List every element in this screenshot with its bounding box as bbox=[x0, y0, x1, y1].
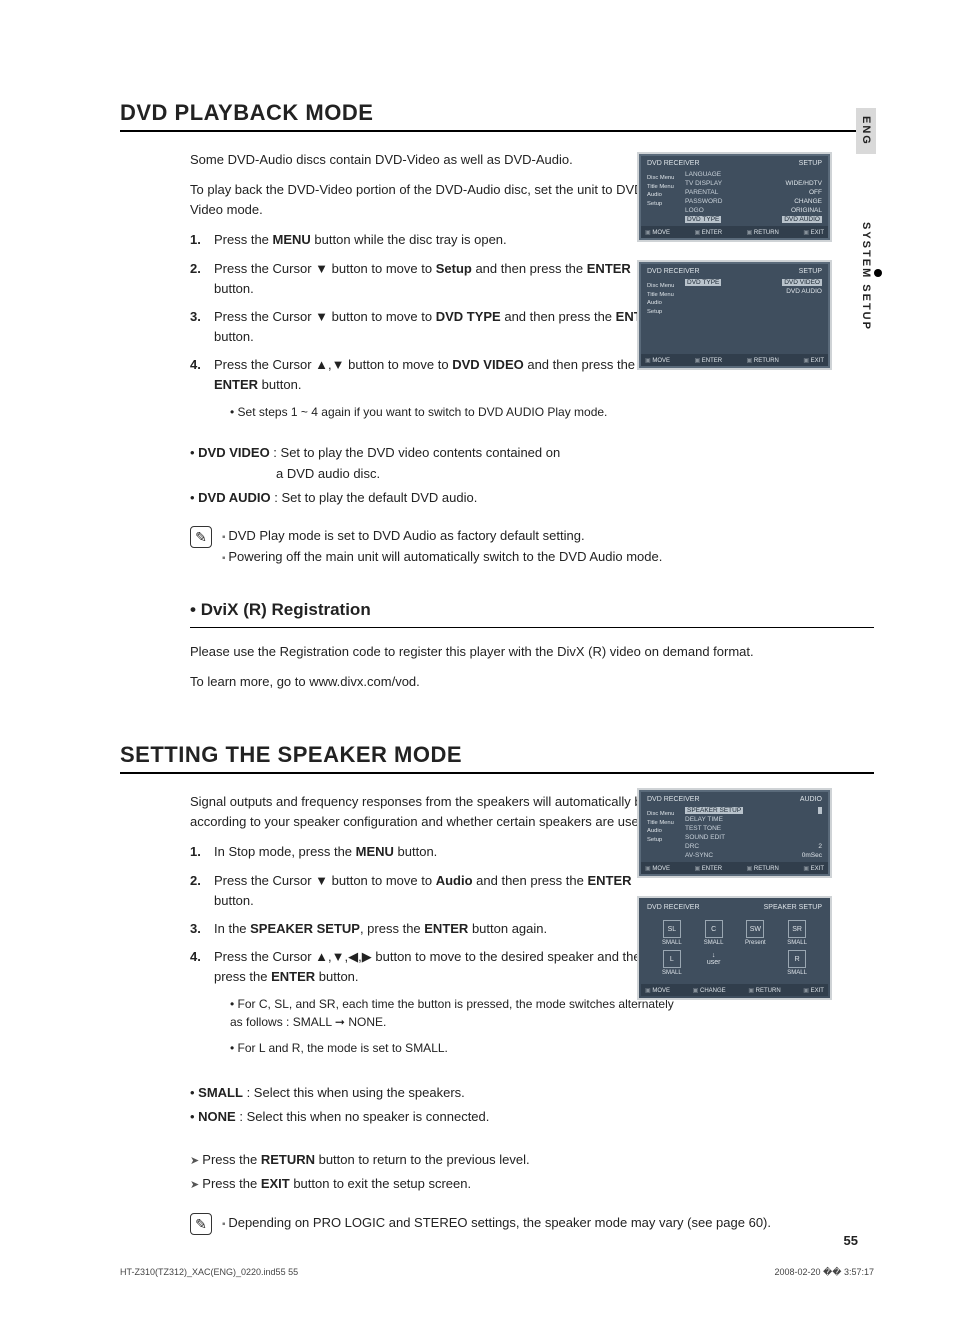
divx-text-1: Please use the Registration code to regi… bbox=[190, 642, 774, 662]
page-number: 55 bbox=[844, 1233, 858, 1248]
sp-step-4-sub2: For L and R, the mode is set to SMALL. bbox=[230, 1039, 674, 1057]
divx-text-2: To learn more, go to www.divx.com/vod. bbox=[190, 672, 774, 692]
heading-divx: DviX (R) Registration bbox=[190, 597, 874, 623]
return-instruction: Press the RETURN button to return to the… bbox=[190, 1150, 674, 1171]
osd-speaker-screen: DVD RECEIVERSPEAKER SETUP SLSMALL CSMALL… bbox=[637, 896, 832, 1000]
step-3: 3.Press the Cursor ▼ button to move to D… bbox=[190, 307, 674, 347]
tab-section-label: SYSTEM SETUP bbox=[860, 222, 872, 331]
note-speaker: Depending on PRO LOGIC and STEREO settin… bbox=[222, 1213, 771, 1234]
tab-language: ENG bbox=[856, 108, 876, 154]
note-1: DVD Play mode is set to DVD Audio as fac… bbox=[222, 526, 662, 547]
osd-header: SETUP bbox=[799, 160, 822, 167]
osd-column-bottom: DVD RECEIVERAUDIO Disc MenuTitle MenuAud… bbox=[637, 788, 832, 1018]
step-2: 2.Press the Cursor ▼ button to move to S… bbox=[190, 259, 674, 299]
rule bbox=[120, 130, 874, 132]
footer-filename: HT-Z310(TZ312)_XAC(ENG)_0220.ind55 55 bbox=[120, 1267, 298, 1278]
osd-brand: DVD RECEIVER bbox=[647, 160, 700, 167]
side-tabs: ENG SYSTEM SETUP bbox=[856, 108, 884, 339]
osd-column-top: DVD RECEIVER SETUP Disc MenuTitle MenuAud… bbox=[637, 152, 832, 388]
option-none: NONE : Select this when no speaker is co… bbox=[190, 1107, 674, 1127]
tab-section: SYSTEM SETUP bbox=[856, 214, 888, 339]
osd-side-tabs: Disc MenuTitle MenuAudioSetup bbox=[647, 170, 685, 224]
heading-dvd-playback: DVD PLAYBACK MODE bbox=[120, 100, 874, 126]
option-dvd-audio: DVD AUDIO : Set to play the default DVD … bbox=[190, 488, 674, 508]
osd-dvdtype-screen: DVD RECEIVERSETUP Disc MenuTitle MenuAud… bbox=[637, 260, 832, 370]
step-4-sub: Set steps 1 ~ 4 again if you want to swi… bbox=[230, 403, 674, 421]
osd-setup-screen: DVD RECEIVER SETUP Disc MenuTitle MenuAud… bbox=[637, 152, 832, 242]
step-4: 4.Press the Cursor ▲,▼ button to move to… bbox=[190, 355, 674, 395]
note-block-1: ✎ DVD Play mode is set to DVD Audio as f… bbox=[190, 526, 874, 568]
print-footer: HT-Z310(TZ312)_XAC(ENG)_0220.ind55 55 20… bbox=[120, 1267, 874, 1278]
rule-2 bbox=[120, 772, 874, 774]
dot-icon bbox=[874, 269, 882, 277]
sp-step-1: 1.In Stop mode, press the MENU button. bbox=[190, 842, 674, 862]
osd-footer: MOVEENTERRETURNEXIT bbox=[641, 226, 828, 238]
sp-step-4-sub1: For C, SL, and SR, each time the button … bbox=[230, 995, 674, 1031]
option-dvd-video: DVD VIDEO : Set to play the DVD video co… bbox=[190, 443, 674, 483]
step-1: 1.Press the MENU button while the disc t… bbox=[190, 230, 674, 250]
manual-page: ENG SYSTEM SETUP DVD PLAYBACK MODE Some … bbox=[0, 0, 954, 1318]
rule-sub bbox=[190, 627, 874, 628]
note-icon-2: ✎ bbox=[190, 1213, 212, 1235]
speaker-layout-grid: SLSMALL CSMALL SWPresent SRSMALL LSMALL … bbox=[647, 914, 822, 982]
sec2-body: Signal outputs and frequency responses f… bbox=[190, 792, 674, 1195]
option-small: SMALL : Select this when using the speak… bbox=[190, 1083, 674, 1103]
note-block-2: ✎ Depending on PRO LOGIC and STEREO sett… bbox=[190, 1213, 874, 1235]
exit-instruction: Press the EXIT button to exit the setup … bbox=[190, 1174, 674, 1195]
osd-audio-screen: DVD RECEIVERAUDIO Disc MenuTitle MenuAud… bbox=[637, 788, 832, 878]
note-icon: ✎ bbox=[190, 526, 212, 548]
sp-step-3: 3.In the SPEAKER SETUP, press the ENTER … bbox=[190, 919, 674, 939]
note-2: Powering off the main unit will automati… bbox=[222, 547, 662, 568]
sp-step-4: 4.Press the Cursor ▲,▼,◀,▶ button to mov… bbox=[190, 947, 674, 987]
intro-text-2: To play back the DVD-Video portion of th… bbox=[190, 180, 674, 220]
sec1-body: Some DVD-Audio discs contain DVD-Video a… bbox=[190, 150, 674, 508]
footer-timestamp: 2008-02-20 �� 3:57:17 bbox=[774, 1267, 874, 1278]
intro-text: Some DVD-Audio discs contain DVD-Video a… bbox=[190, 150, 674, 170]
sp-step-2: 2.Press the Cursor ▼ button to move to A… bbox=[190, 871, 674, 911]
osd-menu-list: LANGUAGE TV DISPLAYWIDE/HDTV PARENTALOFF… bbox=[685, 170, 822, 224]
heading-speaker-mode: SETTING THE SPEAKER MODE bbox=[120, 742, 874, 768]
